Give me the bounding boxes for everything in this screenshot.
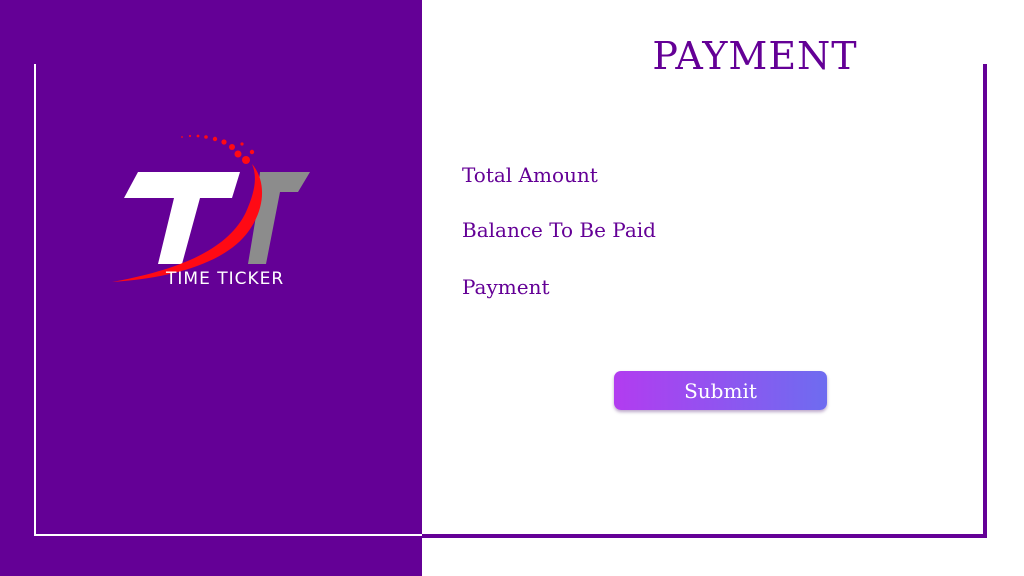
total-amount-label: Total Amount [462,163,598,187]
brand-panel: TIME TICKER [0,0,422,576]
balance-to-be-paid-label: Balance To Be Paid [462,218,656,242]
logo-graphic [112,134,310,282]
page-title: PAYMENT [652,34,858,78]
time-ticker-logo: TIME TICKER [108,130,330,290]
right-frame-border [422,64,987,538]
payment-label: Payment [462,275,550,299]
logo-text: TIME TICKER [166,269,285,289]
submit-button[interactable]: Submit [614,371,827,410]
